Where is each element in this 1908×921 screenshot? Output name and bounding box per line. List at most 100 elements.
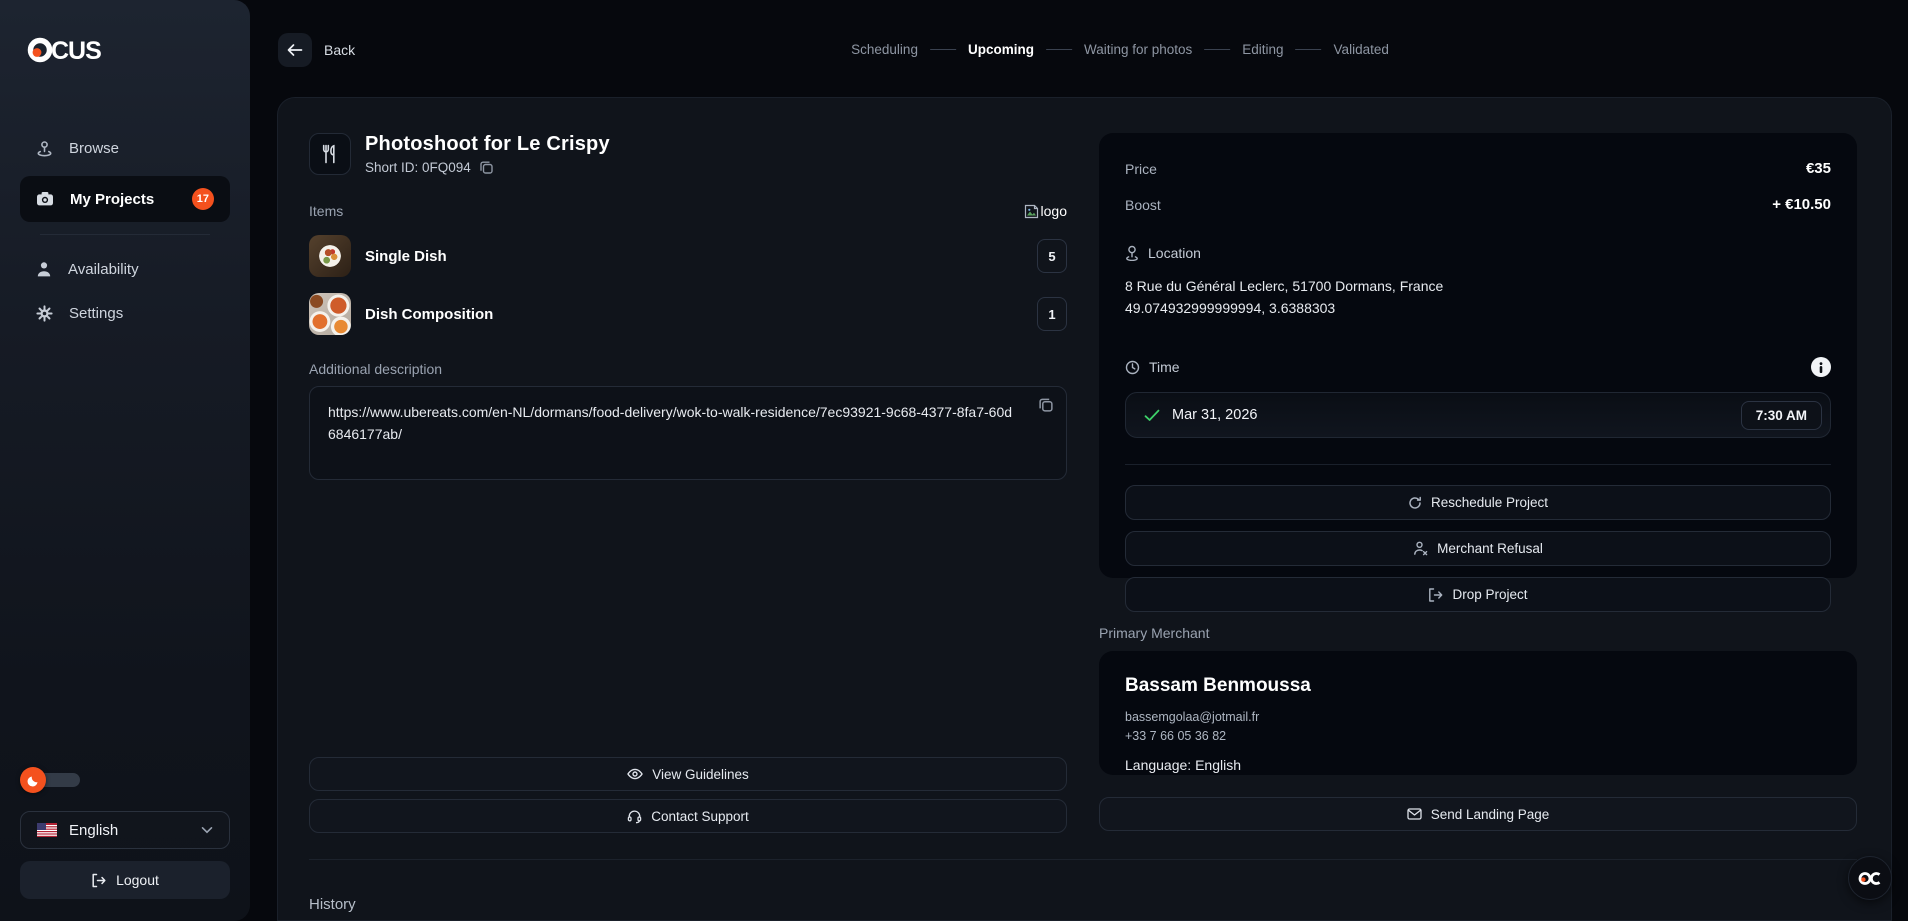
- sidebar-item-label: My Projects: [70, 191, 176, 208]
- logout-icon: [91, 873, 106, 888]
- scheduled-time-row[interactable]: Mar 31, 2026 7:30 AM: [1125, 392, 1831, 438]
- sidebar: CUS Browse My Projects 17: [0, 0, 250, 921]
- broken-logo-image: logo: [1024, 203, 1067, 219]
- user-x-icon: [1413, 541, 1428, 556]
- copy-short-id-icon[interactable]: [479, 160, 494, 175]
- info-icon[interactable]: [1811, 357, 1831, 377]
- item-name: Dish Composition: [365, 306, 1023, 323]
- drop-project-button[interactable]: Drop Project: [1125, 577, 1831, 612]
- sidebar-item-label: Settings: [69, 305, 214, 322]
- arrow-left-icon: [287, 43, 303, 57]
- copy-description-icon[interactable]: [1038, 397, 1054, 413]
- merchant-email: bassemgolaa@jotmail.fr: [1125, 708, 1831, 727]
- scheduled-date: Mar 31, 2026: [1172, 407, 1729, 423]
- price-value: €35: [1806, 160, 1831, 177]
- sidebar-bottom: English Logout: [0, 767, 250, 899]
- item-count: 1: [1037, 297, 1067, 331]
- history-label: History: [309, 896, 1857, 913]
- svg-text:CUS: CUS: [51, 37, 101, 64]
- location-pin-icon: [1125, 245, 1139, 261]
- project-detail-card: Photoshoot for Le Crispy Short ID: 0FQ09…: [277, 97, 1892, 921]
- step-connector: [1296, 49, 1322, 50]
- merchant-refusal-label: Merchant Refusal: [1437, 541, 1543, 556]
- additional-description-label: Additional description: [309, 361, 1067, 377]
- step-waiting-for-photos[interactable]: Waiting for photos: [1084, 42, 1192, 57]
- step-scheduling[interactable]: Scheduling: [851, 42, 918, 57]
- view-guidelines-button[interactable]: View Guidelines: [309, 757, 1067, 791]
- logout-label: Logout: [116, 872, 159, 888]
- sidebar-item-availability[interactable]: Availability: [20, 247, 230, 291]
- send-landing-page-button[interactable]: Send Landing Page: [1099, 797, 1857, 831]
- step-connector: [1204, 49, 1230, 50]
- gear-icon: [36, 305, 53, 322]
- primary-merchant-label: Primary Merchant: [1099, 625, 1857, 641]
- moon-icon: [20, 767, 46, 793]
- reschedule-project-label: Reschedule Project: [1431, 495, 1548, 510]
- sidebar-item-browse[interactable]: Browse: [20, 126, 230, 170]
- merchant-refusal-button[interactable]: Merchant Refusal: [1125, 531, 1831, 566]
- contact-support-button[interactable]: Contact Support: [309, 799, 1067, 833]
- primary-merchant-card: Bassam Benmoussa bassemgolaa@jotmail.fr …: [1099, 651, 1857, 775]
- scheduled-time-chip[interactable]: 7:30 AM: [1741, 401, 1822, 430]
- broken-logo-alt-text: logo: [1041, 203, 1067, 219]
- reschedule-project-button[interactable]: Reschedule Project: [1125, 485, 1831, 520]
- ocus-logo: CUS: [26, 34, 250, 64]
- project-left-column: Photoshoot for Le Crispy Short ID: 0FQ09…: [309, 133, 1067, 833]
- status-stepper: Scheduling Upcoming Waiting for photos E…: [851, 42, 1389, 57]
- headset-icon: [627, 809, 642, 824]
- location-address: 8 Rue du Général Leclerc, 51700 Dormans,…: [1125, 276, 1831, 319]
- contact-support-label: Contact Support: [651, 809, 749, 824]
- back-label: Back: [324, 42, 355, 58]
- merchant-name: Bassam Benmoussa: [1125, 675, 1831, 697]
- location-header: Location: [1125, 245, 1831, 261]
- coordinates-line: 49.074932999999994, 3.6388303: [1125, 298, 1831, 320]
- sidebar-item-my-projects[interactable]: My Projects 17: [20, 176, 230, 222]
- time-label: Time: [1149, 359, 1180, 375]
- ocus-floating-button[interactable]: [1848, 856, 1892, 900]
- step-upcoming[interactable]: Upcoming: [968, 42, 1034, 57]
- camera-icon: [36, 191, 54, 207]
- price-label: Price: [1125, 161, 1157, 177]
- projects-count-badge: 17: [192, 188, 214, 210]
- topbar: Back Scheduling Upcoming Waiting for pho…: [250, 0, 1908, 97]
- eye-icon: [627, 768, 643, 780]
- step-connector: [930, 49, 956, 50]
- time-header: Time: [1125, 357, 1831, 377]
- browse-icon: [36, 140, 53, 157]
- step-validated[interactable]: Validated: [1334, 42, 1389, 57]
- additional-description-box: https://www.ubereats.com/en-NL/dormans/f…: [309, 386, 1067, 480]
- sidebar-divider: [40, 234, 210, 235]
- project-title-row: Photoshoot for Le Crispy Short ID: 0FQ09…: [309, 133, 1067, 175]
- item-row: Single Dish 5: [309, 235, 1067, 277]
- project-short-id: Short ID: 0FQ094: [365, 160, 471, 175]
- address-line: 8 Rue du Général Leclerc, 51700 Dormans,…: [1125, 276, 1831, 298]
- boost-value: + €10.50: [1772, 196, 1831, 213]
- sidebar-item-label: Availability: [68, 261, 214, 278]
- item-thumbnail-single-dish: [309, 235, 351, 277]
- theme-toggle[interactable]: [20, 767, 84, 793]
- item-name: Single Dish: [365, 248, 1023, 265]
- view-guidelines-label: View Guidelines: [652, 767, 749, 782]
- user-icon: [36, 261, 52, 278]
- language-select[interactable]: English: [20, 811, 230, 849]
- sidebar-nav: Browse My Projects 17 Av: [0, 126, 250, 335]
- check-icon: [1144, 409, 1160, 422]
- ocus-mini-logo-icon: [1858, 871, 1882, 886]
- step-editing[interactable]: Editing: [1242, 42, 1283, 57]
- language-value: English: [69, 822, 189, 839]
- exit-icon: [1428, 588, 1443, 602]
- sidebar-item-settings[interactable]: Settings: [20, 291, 230, 335]
- step-connector: [1046, 49, 1072, 50]
- restaurant-icon: [309, 133, 351, 175]
- merchant-contact: bassemgolaa@jotmail.fr +33 7 66 05 36 82: [1125, 708, 1831, 746]
- items-header: Items logo: [309, 203, 1067, 219]
- history-divider: [309, 859, 1857, 860]
- project-actions: Reschedule Project Merchant Refusal: [1125, 485, 1831, 612]
- merchant-language: Language: English: [1125, 757, 1831, 773]
- divider: [1125, 464, 1831, 465]
- us-flag-icon: [37, 823, 57, 837]
- envelope-icon: [1407, 808, 1422, 820]
- sidebar-item-label: Browse: [69, 140, 214, 157]
- back-button[interactable]: [278, 33, 312, 67]
- logout-button[interactable]: Logout: [20, 861, 230, 899]
